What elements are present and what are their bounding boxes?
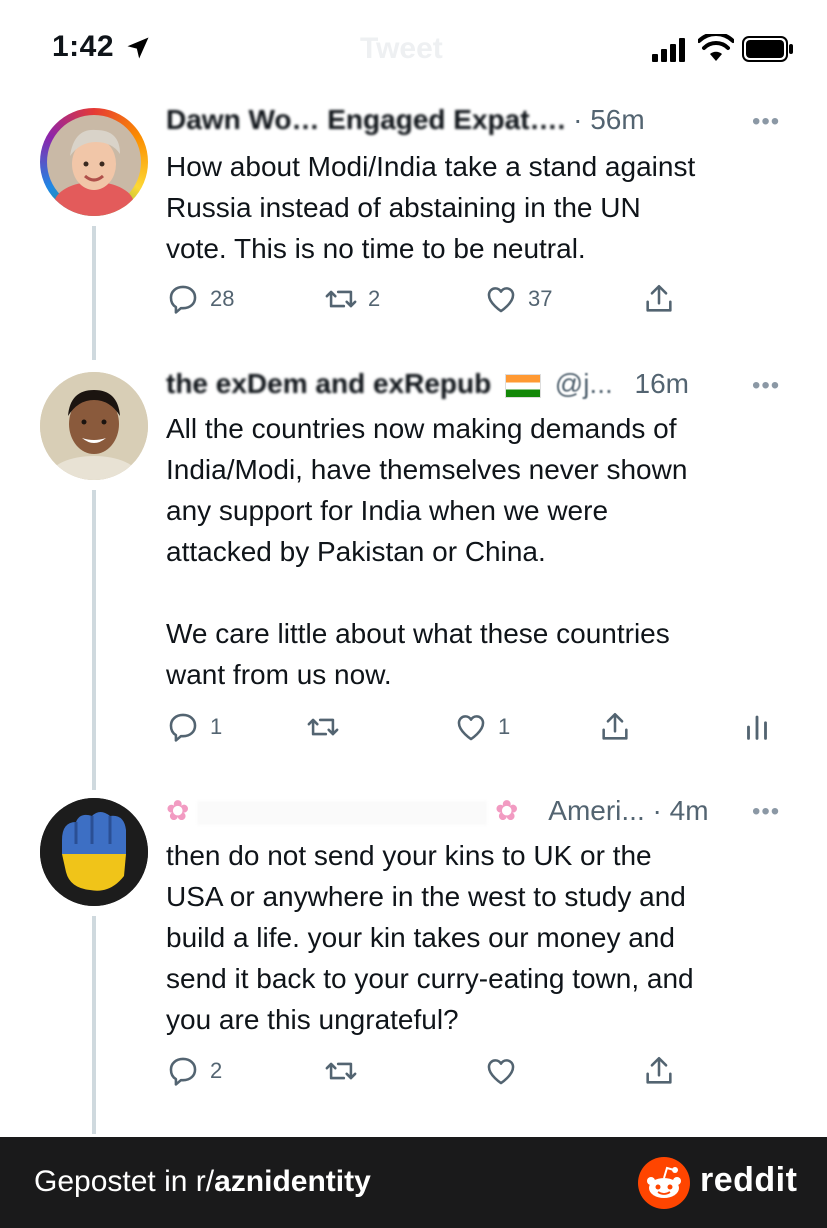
reply-icon [169,713,197,742]
heart-icon [487,1059,515,1085]
like-button[interactable]: 37 [484,282,552,316]
tweet-header: Dawn Wo… Engaged Expat…. · 56m [166,104,645,136]
tweet-actions: 1 1 [166,710,786,750]
reply-button[interactable]: 2 [166,1054,222,1088]
tweet-actions: 28 2 37 [166,282,786,322]
retweet-button[interactable]: 2 [324,282,380,316]
more-icon[interactable]: ••• [752,798,780,826]
retweet-button[interactable] [306,710,350,744]
retweet-icon [307,718,339,736]
tweet-time[interactable]: · 56m [573,104,645,135]
tweet-text: then do not send your kins to UK or the … [166,840,694,1035]
more-icon[interactable]: ••• [752,108,780,136]
reply-button[interactable]: 1 [166,710,222,744]
author-name[interactable] [197,800,488,825]
author-name[interactable]: the exDem and exRepub [166,368,491,399]
reply-icon [169,1057,197,1086]
flower-emoji-icon: ✿ [495,795,519,826]
reddit-footer: Gepostet in r/aznidentity reddit [0,1137,827,1228]
tweet-actions: 2 [166,1054,786,1094]
reply-button[interactable]: 28 [166,282,234,316]
header-title: Tweet [360,32,443,65]
subreddit-name[interactable]: aznidentity [214,1165,371,1198]
signal-icon [652,38,685,62]
like-count: 37 [528,286,553,311]
status-bar: 1:42 Tweet [0,0,827,100]
tweet-header: the exDem and exRepub @j... 16m [166,368,689,400]
author-handle[interactable]: @j... [555,368,613,399]
author-name[interactable]: Dawn Wo… Engaged Expat…. [166,104,565,135]
posted-in-prefix: Gepostet in r/ [34,1165,215,1198]
share-button[interactable] [642,282,676,316]
status-time: 1:42 [52,30,115,63]
share-button[interactable] [598,710,632,744]
battery-icon [742,36,793,62]
author-handle[interactable]: Ameri... [548,795,644,826]
share-button[interactable] [642,1054,676,1088]
retweet-count: 2 [368,286,381,311]
like-button[interactable]: 1 [454,710,510,744]
reddit-wordmark: reddit [700,1161,798,1199]
flower-emoji-icon: ✿ [166,795,190,826]
tweet-header: ✿ ✿ Ameri... · 4m [166,794,709,827]
india-flag-icon [504,373,541,398]
avatar[interactable] [40,108,148,216]
analytics-button[interactable] [740,710,774,744]
share-icon [646,1056,672,1084]
like-button[interactable] [484,1054,528,1088]
location-arrow-icon [127,37,149,59]
retweet-icon [325,290,357,308]
retweet-button[interactable] [324,1054,368,1088]
share-icon [602,712,628,740]
retweet-icon [325,1062,357,1080]
reply-count: 1 [210,714,223,739]
reply-icon [169,285,197,314]
analytics-icon [747,715,767,740]
like-count: 1 [498,714,511,739]
share-icon [646,284,672,312]
heart-icon [487,287,515,313]
thread-line [92,226,96,360]
posted-in-label[interactable]: Gepostet in r/aznidentity [34,1165,371,1199]
avatar[interactable] [40,798,148,906]
thread-line [92,916,96,1134]
reply-count: 2 [210,1058,223,1083]
avatar[interactable] [40,372,148,480]
tweet-time[interactable]: 16m [635,368,689,399]
reply-count: 28 [210,286,235,311]
tweet-time[interactable]: · 4m [653,795,709,826]
tweet-text: How about Modi/India take a stand agains… [166,151,696,264]
heart-icon [457,715,485,741]
more-icon[interactable]: ••• [752,372,780,400]
reddit-logo-icon [638,1157,690,1209]
wifi-icon [698,34,734,61]
tweet-text: All the countries now making demands of … [166,413,688,690]
thread-line [92,490,96,790]
